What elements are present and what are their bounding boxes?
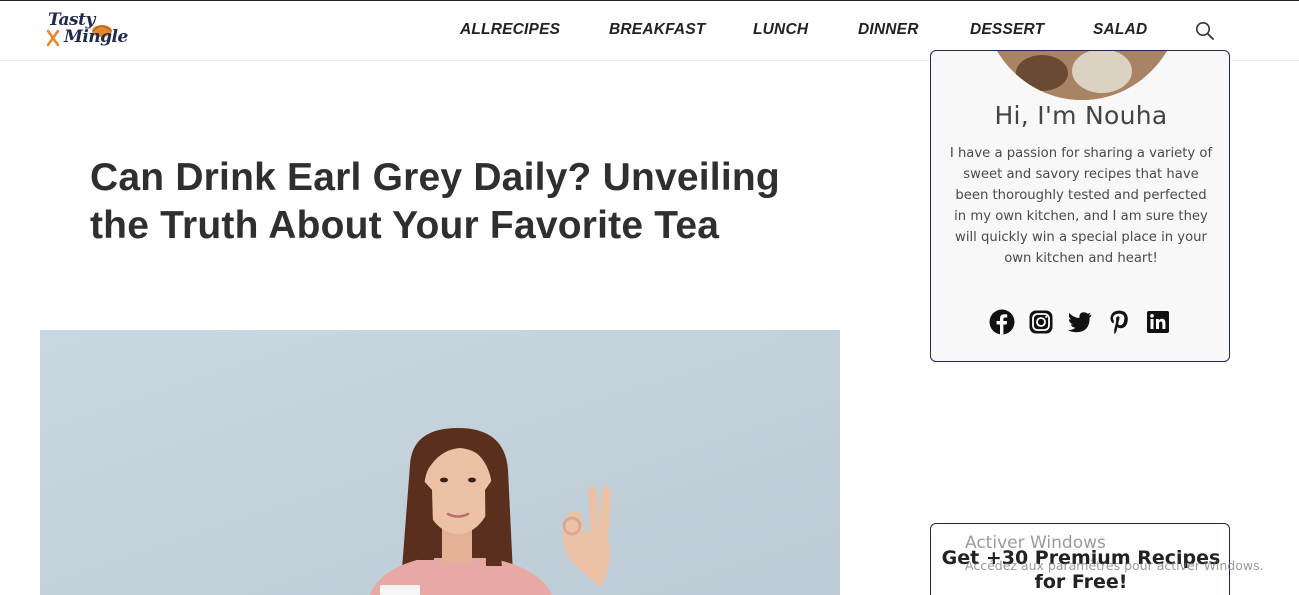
nav-salad[interactable]: SALAD	[1093, 21, 1147, 39]
hero-illustration	[40, 330, 840, 595]
search-icon[interactable]	[1194, 20, 1216, 42]
logo-word-mingle: Mingle	[64, 27, 128, 47]
nav-breakfast[interactable]: BREAKFAST	[609, 21, 706, 39]
promo-title: Get +30 Premium Recipes for Free!	[941, 547, 1221, 593]
author-photo	[982, 51, 1182, 100]
nav-dessert[interactable]: DESSERT	[970, 21, 1044, 39]
twitter-icon[interactable]	[1067, 309, 1093, 335]
nav-allrecipes[interactable]: ALLRECIPES	[460, 21, 560, 39]
nav-dinner[interactable]: DINNER	[858, 21, 919, 39]
hero-image	[40, 330, 840, 595]
social-links	[931, 309, 1229, 335]
instagram-icon[interactable]	[1028, 309, 1054, 335]
article-title: Can Drink Earl Grey Daily? Unveiling the…	[90, 156, 780, 247]
author-greeting: Hi, I'm Nouha	[994, 101, 1168, 130]
promo-card[interactable]: Get +30 Premium Recipes for Free!	[930, 523, 1230, 595]
facebook-icon[interactable]	[989, 309, 1015, 335]
author-card: Hi, I'm Nouha I have a passion for shari…	[930, 50, 1230, 362]
nav-lunch[interactable]: LUNCH	[753, 21, 808, 39]
author-bio: I have a passion for sharing a variety o…	[949, 146, 1213, 266]
site-logo[interactable]: Tasty Mingle	[44, 9, 128, 55]
linkedin-icon[interactable]	[1145, 309, 1171, 335]
pinterest-icon[interactable]	[1106, 309, 1132, 335]
